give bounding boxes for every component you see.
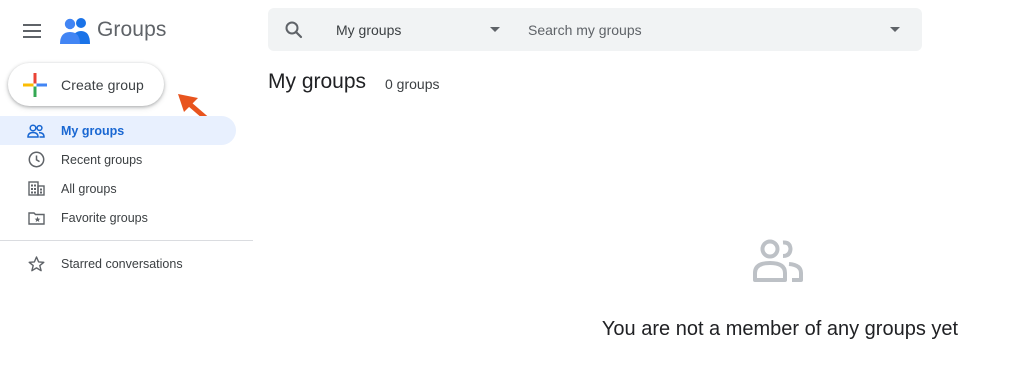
sidebar-nav: My groups Recent groups All groups Favor… [0, 116, 253, 232]
app-title: Groups [97, 18, 167, 41]
sidebar-item-label: All groups [61, 181, 117, 196]
search-scope-dropdown[interactable]: My groups [336, 8, 504, 51]
search-scope-value: My groups [336, 21, 402, 38]
hamburger-menu-icon [23, 24, 41, 38]
group-count: 0 groups [385, 76, 440, 92]
sidebar-item-my-groups[interactable]: My groups [0, 116, 236, 145]
sidebar-item-starred-conversations[interactable]: Starred conversations [0, 249, 236, 278]
sidebar-item-recent-groups[interactable]: Recent groups [0, 145, 236, 174]
people-outline-icon [27, 122, 45, 140]
search-options-chevron-down-icon[interactable] [890, 27, 900, 32]
create-group-label: Create group [61, 76, 144, 93]
sidebar-item-favorite-groups[interactable]: Favorite groups [0, 203, 236, 232]
chevron-down-icon [490, 27, 500, 32]
search-input[interactable] [528, 8, 884, 51]
search-icon[interactable] [284, 20, 304, 40]
empty-state-message: You are not a member of any groups yet [601, 318, 959, 340]
main-menu-button[interactable] [18, 17, 46, 45]
sidebar-divider [0, 240, 253, 241]
groups-logo-icon[interactable] [60, 14, 92, 46]
clock-icon [27, 151, 45, 169]
create-group-button[interactable]: Create group [8, 63, 164, 106]
page-title: My groups [268, 70, 367, 93]
search-bar: My groups [268, 8, 922, 51]
folder-star-icon [27, 209, 45, 227]
sidebar-starred-section: Starred conversations [0, 249, 236, 278]
sidebar-item-all-groups[interactable]: All groups [0, 174, 236, 203]
sidebar-item-label: My groups [61, 123, 125, 138]
building-icon [27, 180, 45, 198]
sidebar-item-label: Starred conversations [61, 256, 183, 271]
sidebar-item-label: Favorite groups [61, 210, 148, 225]
sidebar-item-label: Recent groups [61, 152, 143, 167]
multicolor-plus-icon [23, 72, 47, 97]
star-outline-icon [27, 255, 45, 273]
people-icon [753, 239, 803, 282]
